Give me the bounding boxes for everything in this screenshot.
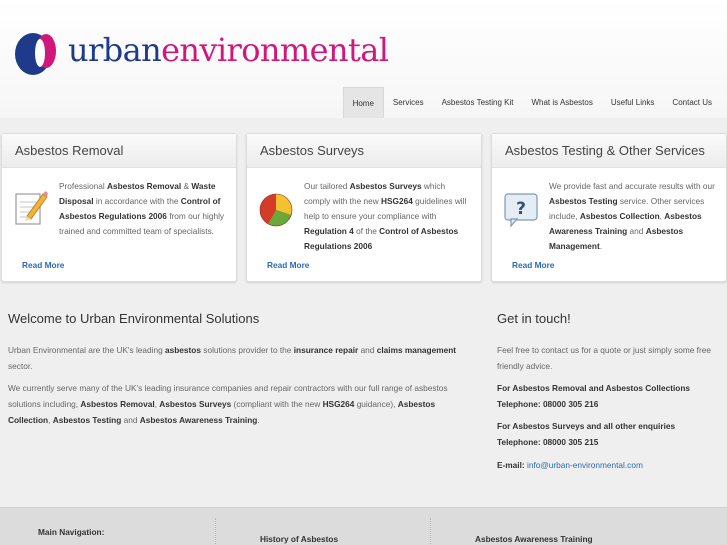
email-link[interactable]: info@urban-environmental.com [527, 460, 643, 470]
read-more-link[interactable]: Read More [267, 260, 309, 270]
welcome-paragraph-1: Urban Environmental are the UK's leading… [8, 342, 478, 374]
text: We provide fast and accurate results wit… [549, 181, 715, 191]
notepad-pencil-icon [15, 191, 48, 225]
text: . [257, 415, 260, 425]
header: urbanenvironmental Home Services Asbesto… [0, 0, 727, 118]
footer-link-training[interactable]: Asbestos Awareness Training [475, 534, 593, 544]
contact-email: E-mail: info@urban-environmental.com [497, 457, 722, 473]
text: guidance), [354, 399, 398, 409]
svg-text:?: ? [516, 199, 526, 219]
card-description: Our tailored Asbestos Surveys which comp… [304, 179, 470, 254]
text-strong: Asbestos Surveys [349, 181, 422, 191]
contact-title: Get in touch! [497, 311, 571, 326]
nav-item-asbestos-testing-kit[interactable]: Asbestos Testing Kit [433, 87, 523, 118]
contact-removal-phone[interactable]: Telephone: 08000 305 216 [497, 399, 598, 409]
text-strong: Regulation 4 [304, 226, 354, 236]
text: sector. [8, 361, 33, 371]
question-bubble-icon: ? [504, 193, 538, 228]
logo-text: urbanenvironmental [68, 30, 389, 70]
card-title: Asbestos Removal [2, 134, 236, 168]
text: and [121, 415, 140, 425]
text: and [358, 345, 377, 355]
card-description: Professional Asbestos Removal & Waste Di… [59, 179, 225, 239]
card-title: Asbestos Testing & Other Services [492, 134, 726, 168]
email-label: E-mail: [497, 460, 525, 470]
text-strong: insurance repair [293, 345, 359, 355]
text-strong: HSG264 [322, 399, 355, 409]
nav-item-services[interactable]: Services [384, 87, 433, 118]
welcome-paragraph-2: We currently serve many of the UK's lead… [8, 380, 478, 428]
text-strong: asbestos [165, 345, 201, 355]
contact-surveys-phone[interactable]: Telephone: 08000 305 215 [497, 437, 598, 447]
text-strong: Asbestos Removal [106, 181, 182, 191]
text: Professional [59, 181, 107, 191]
read-more-link[interactable]: Read More [512, 260, 554, 270]
service-card-testing: Asbestos Testing & Other Services ? We p… [491, 133, 727, 282]
text: solutions provider to the [201, 345, 294, 355]
text-strong: claims management [376, 345, 457, 355]
pie-chart-icon [259, 193, 293, 227]
main-nav: Home Services Asbestos Testing Kit What … [342, 87, 721, 118]
text-strong: Asbestos Collection [579, 211, 660, 221]
text-strong: Asbestos Surveys [159, 399, 232, 409]
text-strong: Asbestos Testing [52, 415, 122, 425]
text-strong: Asbestos Removal [80, 399, 155, 409]
footer: Main Navigation: History of Asbestos Asb… [0, 507, 727, 545]
text: and [627, 226, 646, 236]
footer-main-nav-heading: Main Navigation: [38, 527, 105, 537]
footer-divider [215, 518, 216, 545]
text: (compliant with the new [231, 399, 323, 409]
nav-item-home[interactable]: Home [342, 87, 384, 118]
logo-mark-icon [15, 33, 56, 75]
footer-link-history[interactable]: History of Asbestos [260, 534, 338, 544]
text: of the [353, 226, 380, 236]
contact-surveys: For Asbestos Surveys and all other enqui… [497, 418, 722, 450]
nav-item-contact-us[interactable]: Contact Us [663, 87, 721, 118]
nav-item-what-is-asbestos[interactable]: What is Asbestos [522, 87, 601, 118]
service-card-removal: Asbestos Removal Professional Asbestos R… [1, 133, 237, 282]
contact-removal: For Asbestos Removal and Asbestos Collec… [497, 380, 722, 412]
text: . [599, 241, 603, 251]
logo-text-part1: urban [68, 31, 162, 69]
logo-text-part2: environmental [161, 31, 389, 69]
text-strong: Asbestos Awareness Training [139, 415, 258, 425]
text-strong: Asbestos Testing [549, 196, 618, 206]
text: & [181, 181, 192, 191]
text: in accordance with the [93, 196, 181, 206]
card-title: Asbestos Surveys [247, 134, 481, 168]
text-strong: HSG264 [381, 196, 413, 206]
nav-item-useful-links[interactable]: Useful Links [602, 87, 664, 118]
contact-intro: Feel free to contact us for a quote or j… [497, 345, 711, 371]
contact-removal-label: For Asbestos Removal and Asbestos Collec… [497, 383, 691, 393]
text: Urban Environmental are the UK's leading [8, 345, 166, 355]
read-more-link[interactable]: Read More [22, 260, 64, 270]
footer-divider [430, 518, 431, 545]
text: Our tailored [304, 181, 350, 191]
contact-surveys-label: For Asbestos Surveys and all other enqui… [497, 421, 676, 431]
card-description: We provide fast and accurate results wit… [549, 179, 715, 254]
service-card-surveys: Asbestos Surveys Our tailored Asbestos S… [246, 133, 482, 282]
welcome-title: Welcome to Urban Environmental Solutions [8, 311, 260, 326]
